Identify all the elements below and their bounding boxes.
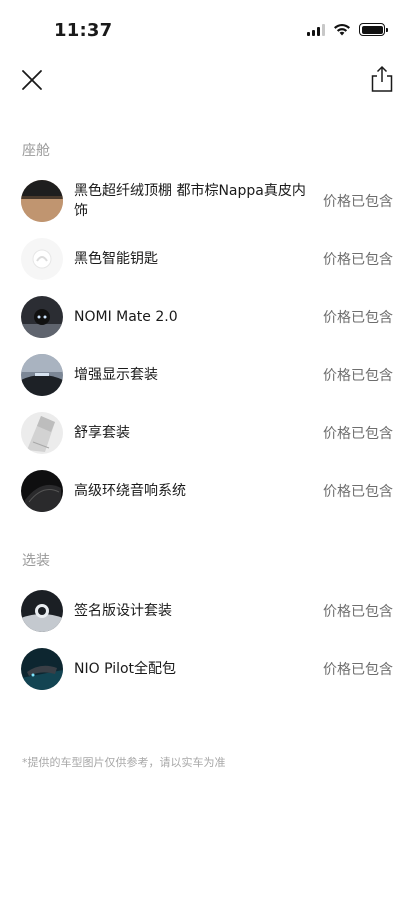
item-name: NOMI Mate 2.0 [74,309,178,325]
item-name: 舒享套装 [74,425,130,441]
item-price: 价格已包含 [323,662,393,678]
disclaimer: *提供的车型图片仅供参考，请以实车为准 [22,756,226,769]
item-name: NIO Pilot全配包 [74,661,177,677]
comfort-thumbnail [21,412,63,454]
wifi-icon [334,23,350,36]
item-name: 增强显示套装 [74,367,158,383]
list-item: 舒享套装 价格已包含 [0,404,415,462]
pilot-thumbnail [21,648,63,690]
list-item: NOMI Mate 2.0 价格已包含 [0,288,415,346]
options-list: 签名版设计套装 价格已包含 NIO Pilot全配包 价格已包含 [0,582,415,698]
item-name: 高级环绕音响系统 [74,483,186,499]
list-item: 增强显示套装 价格已包含 [0,346,415,404]
item-name: 签名版设计套装 [74,603,172,619]
list-item: 黑色智能钥匙 价格已包含 [0,230,415,288]
item-price: 价格已包含 [323,368,393,384]
nomi-thumbnail [21,296,63,338]
cellular-signal-icon [307,23,325,36]
battery-icon [359,23,388,36]
status-icons [307,23,388,36]
share-icon [371,65,393,92]
list-item: 黑色超纤绒顶棚 都市棕Nappa真皮内饰 价格已包含 [0,172,415,230]
top-bar [0,60,415,100]
section-title-cabin: 座舱 [22,143,50,159]
cabin-list: 黑色超纤绒顶棚 都市棕Nappa真皮内饰 价格已包含 黑色智能钥匙 价格已包含 … [0,172,415,520]
smart-key-thumbnail [21,238,63,280]
status-time: 11:37 [54,20,113,41]
status-bar: 11:37 [0,0,415,56]
list-item: NIO Pilot全配包 价格已包含 [0,640,415,698]
item-price: 价格已包含 [323,426,393,442]
section-title-options: 选装 [22,553,50,569]
share-button[interactable] [369,65,395,93]
item-price: 价格已包含 [323,194,393,210]
interior-leather-thumbnail [21,180,63,222]
item-price: 价格已包含 [323,252,393,268]
close-icon [22,70,42,90]
item-price: 价格已包含 [323,310,393,326]
list-item: 高级环绕音响系统 价格已包含 [0,462,415,520]
item-name: 黑色智能钥匙 [74,251,158,267]
item-name: 黑色超纤绒顶棚 都市棕Nappa真皮内饰 [74,183,306,219]
close-button[interactable] [20,68,44,92]
signature-thumbnail [21,590,63,632]
item-price: 价格已包含 [323,484,393,500]
item-price: 价格已包含 [323,604,393,620]
list-item: 签名版设计套装 价格已包含 [0,582,415,640]
display-thumbnail [21,354,63,396]
audio-thumbnail [21,470,63,512]
